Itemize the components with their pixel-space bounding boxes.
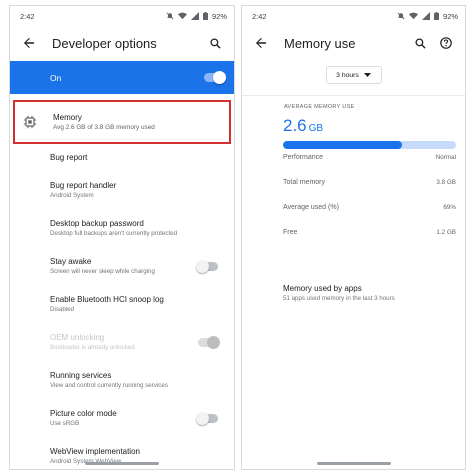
help-button[interactable] bbox=[437, 34, 455, 52]
oem-unlocking-toggle bbox=[198, 335, 220, 349]
stat-average-used: Average used (%) 69% bbox=[283, 204, 456, 211]
list-item-desktop-backup-password[interactable]: Desktop backup password Desktop full bac… bbox=[50, 219, 222, 237]
apps-summary: 51 apps used memory in the last 3 hours bbox=[283, 295, 395, 302]
memory-usage-bar-fill bbox=[283, 141, 403, 149]
page-title: Developer options bbox=[52, 35, 157, 51]
master-switch-label: On bbox=[50, 72, 62, 83]
apps-title: Memory used by apps bbox=[283, 284, 362, 293]
dropdown-arrow-icon bbox=[363, 73, 371, 77]
average-memory-unit: GB bbox=[308, 123, 324, 134]
app-bar: Developer options bbox=[10, 26, 234, 60]
battery-percent: 92% bbox=[211, 11, 227, 21]
stat-total-memory: Total memory 3.8 GB bbox=[283, 179, 456, 186]
search-button[interactable] bbox=[206, 34, 224, 52]
page-title: Memory use bbox=[284, 35, 356, 51]
stat-label: Total memory bbox=[283, 179, 326, 186]
stat-performance: Performance Normal bbox=[283, 154, 456, 161]
list-item-stay-awake[interactable]: Stay awake Screen will never sleep while… bbox=[50, 257, 222, 275]
item-summary: View and control currently running servi… bbox=[50, 382, 168, 389]
time-period-value: 3 hours bbox=[336, 71, 359, 79]
developer-options-master-switch[interactable]: On bbox=[10, 61, 234, 94]
back-button[interactable] bbox=[20, 34, 38, 52]
item-summary: Disabled bbox=[50, 306, 75, 313]
help-icon bbox=[440, 37, 452, 49]
memory-used-by-apps[interactable]: Memory used by apps 51 apps used memory … bbox=[283, 284, 395, 302]
status-time: 2:42 bbox=[20, 11, 35, 21]
gesture-nav-handle[interactable] bbox=[316, 462, 391, 465]
list-item-bug-report-handler[interactable]: Bug report handler Android System bbox=[50, 181, 222, 199]
battery-icon bbox=[433, 12, 439, 20]
time-period-dropdown[interactable]: 3 hours bbox=[325, 66, 382, 84]
item-title: Bug report handler bbox=[50, 181, 117, 190]
master-toggle[interactable] bbox=[204, 70, 226, 84]
mute-icon bbox=[397, 12, 405, 20]
status-bar: 2:42 92% bbox=[10, 6, 234, 26]
developer-options-screen: 2:42 92% Developer options On Memory Avg… bbox=[9, 5, 235, 470]
memory-title: Memory bbox=[53, 113, 82, 122]
battery-percent: 92% bbox=[442, 11, 458, 21]
status-bar: 2:42 92% bbox=[242, 6, 465, 26]
item-title: Bug report bbox=[50, 153, 88, 162]
divider bbox=[242, 95, 465, 96]
arrow-back-icon bbox=[256, 37, 266, 48]
search-button[interactable] bbox=[411, 34, 429, 52]
list-item-bluetooth-hci-snoop-log[interactable]: Enable Bluetooth HCI snoop log Disabled bbox=[50, 295, 222, 313]
stay-awake-toggle[interactable] bbox=[196, 259, 218, 273]
memory-setting[interactable]: Memory Avg 2.6 GB of 3.8 GB memory used bbox=[13, 100, 231, 144]
memory-use-screen: 2:42 92% Memory use 3 hours AVERAGE MEMO… bbox=[241, 5, 466, 470]
stat-value: 1.2 GB bbox=[436, 229, 456, 236]
app-bar: Memory use bbox=[242, 26, 465, 60]
item-summary: Android System bbox=[50, 192, 94, 199]
signal-icon bbox=[421, 12, 430, 20]
stat-label: Performance bbox=[283, 154, 324, 161]
memory-usage-bar bbox=[283, 141, 456, 149]
average-memory-heading: AVERAGE MEMORY USE bbox=[284, 104, 355, 110]
list-item-picture-color-mode[interactable]: Picture color mode Use sRGB bbox=[50, 409, 222, 427]
picture-color-mode-toggle[interactable] bbox=[196, 411, 218, 425]
search-icon bbox=[414, 37, 426, 49]
stat-label: Free bbox=[283, 229, 298, 236]
stat-label: Average used (%) bbox=[283, 204, 339, 211]
mute-icon bbox=[166, 12, 174, 20]
stat-value: Normal bbox=[435, 154, 456, 161]
memory-summary: Avg 2.6 GB of 3.8 GB memory used bbox=[53, 124, 155, 131]
stat-free: Free 1.2 GB bbox=[283, 229, 456, 236]
status-time: 2:42 bbox=[252, 11, 267, 21]
list-item-bug-report[interactable]: Bug report bbox=[50, 153, 222, 162]
item-title: WebView implementation bbox=[50, 447, 140, 456]
wifi-icon bbox=[177, 12, 187, 20]
item-summary: Desktop full backups aren't currently pr… bbox=[50, 230, 178, 237]
list-item-running-services[interactable]: Running services View and control curren… bbox=[50, 371, 222, 389]
battery-icon bbox=[202, 12, 208, 20]
memory-chip-icon bbox=[23, 115, 37, 129]
list-item-oem-unlocking: OEM unlocking Bootloader is already unlo… bbox=[50, 333, 222, 351]
average-memory-number: 2.6 bbox=[283, 116, 307, 135]
search-icon bbox=[209, 37, 221, 49]
item-title: Running services bbox=[50, 371, 112, 380]
arrow-back-icon bbox=[24, 37, 34, 48]
stat-value: 3.8 GB bbox=[436, 179, 456, 186]
average-memory-value: 2.6 GB bbox=[283, 116, 465, 136]
back-button[interactable] bbox=[252, 34, 270, 52]
wifi-icon bbox=[408, 12, 418, 20]
item-title: Enable Bluetooth HCI snoop log bbox=[50, 295, 164, 304]
item-title: Desktop backup password bbox=[50, 219, 144, 228]
item-summary: Bootloader is already unlocked bbox=[50, 344, 135, 351]
signal-icon bbox=[190, 12, 199, 20]
item-title: OEM unlocking bbox=[50, 333, 105, 342]
gesture-nav-handle[interactable] bbox=[85, 462, 159, 465]
stat-value: 69% bbox=[443, 204, 456, 211]
